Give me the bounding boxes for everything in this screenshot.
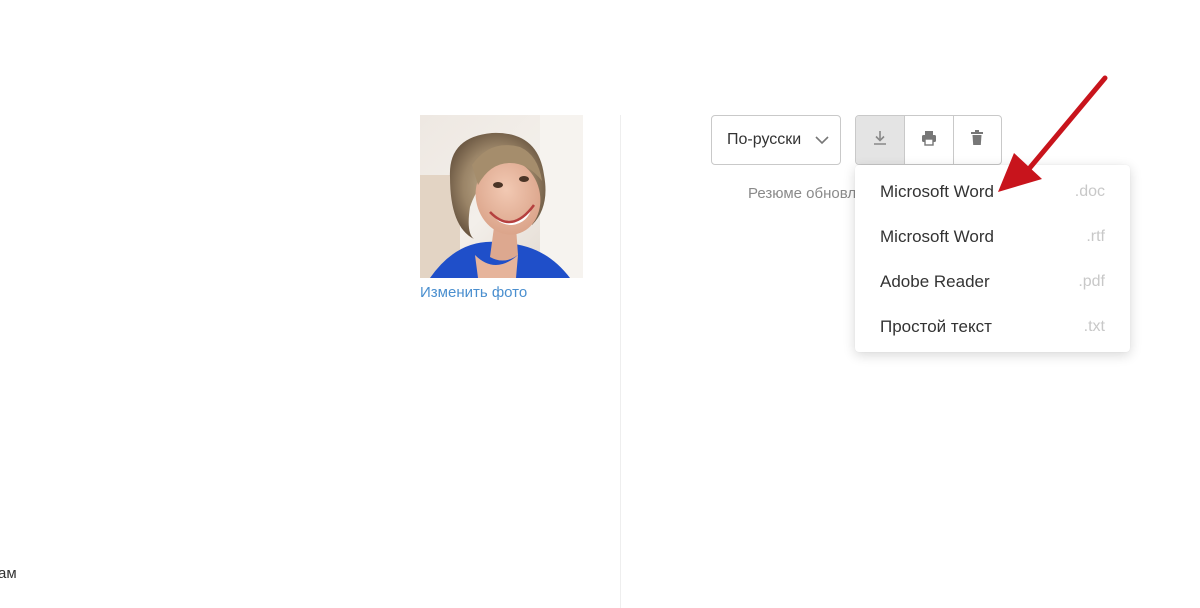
resume-page: ам Изменить фото По-русски Резюме обновл… <box>0 0 1200 608</box>
download-option-rtf[interactable]: Microsoft Word .rtf <box>855 214 1130 259</box>
language-select-label: По-русски <box>727 131 802 148</box>
download-icon <box>871 129 889 152</box>
download-option-pdf[interactable]: Adobe Reader .pdf <box>855 259 1130 304</box>
delete-button[interactable] <box>952 116 1001 164</box>
trash-icon <box>969 129 985 152</box>
download-button[interactable] <box>856 116 905 164</box>
download-option-txt[interactable]: Простой текст .txt <box>855 304 1130 349</box>
download-option-ext: .rtf <box>1086 227 1105 245</box>
download-option-app: Microsoft Word <box>880 226 994 246</box>
download-option-app: Microsoft Word <box>880 181 994 201</box>
download-option-doc[interactable]: Microsoft Word .doc <box>855 169 1130 214</box>
download-format-menu: Microsoft Word .doc Microsoft Word .rtf … <box>855 165 1130 352</box>
change-photo-link[interactable]: Изменить фото <box>420 284 527 302</box>
left-text-fragment: ам <box>0 565 17 582</box>
print-icon <box>920 129 938 152</box>
language-select[interactable]: По-русски <box>711 115 841 165</box>
download-option-ext: .pdf <box>1078 272 1105 290</box>
download-option-app: Простой текст <box>880 316 992 336</box>
download-option-ext: .doc <box>1074 182 1105 200</box>
download-option-app: Adobe Reader <box>880 271 990 291</box>
resume-actions-group <box>855 115 1002 165</box>
print-button[interactable] <box>904 116 952 164</box>
profile-photo[interactable] <box>420 115 583 278</box>
download-option-ext: .txt <box>1083 317 1105 335</box>
chevron-down-icon <box>814 132 830 153</box>
resume-updated-text: Резюме обновл <box>748 185 857 202</box>
profile-photo-block: Изменить фото <box>420 115 583 302</box>
vertical-divider <box>620 115 621 608</box>
